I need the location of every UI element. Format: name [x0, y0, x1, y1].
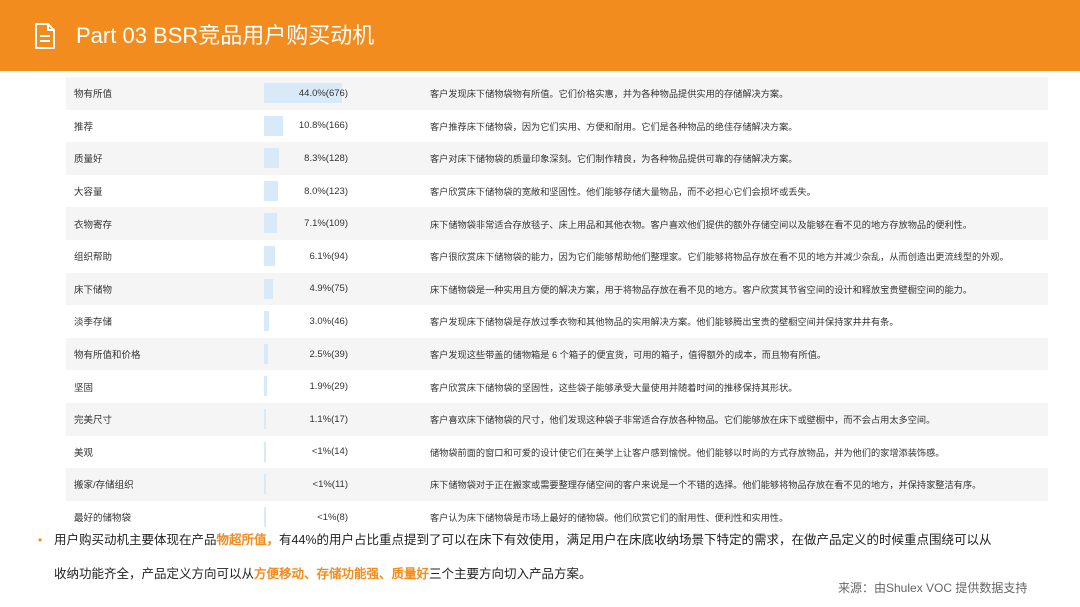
- motivation-name: 完美尺寸: [74, 415, 113, 427]
- percentage-bar: [264, 115, 284, 136]
- table-row: 搬家/存储组织 <1%(11) 床下储物袋对于正在搬家或需要整理存储空间的客户来说是…: [66, 468, 1048, 501]
- table-row: 坚固 1.9%(29) 客户欣赏床下储物袋的坚固性，这些袋子能够承受大量使用并随着时…: [66, 370, 1048, 403]
- motivation-name: 淡季存储: [74, 317, 113, 329]
- motivation-description: 客户欣赏床下储物袋的宽敞和坚固性。他们能够存储大量物品，而不必担心它们会损坏或丢…: [430, 187, 816, 198]
- motivation-table: 物有所值 44.0%(676) 客户发现床下储物袋物有所值。它们价格实惠，并为各种物…: [66, 77, 1048, 533]
- percentage-bar: [264, 408, 266, 429]
- percentage-bar: [264, 311, 270, 332]
- percentage-value: 10.8%(166): [298, 120, 348, 132]
- source-note: 来源：由Shulex VOC 提供数据支持: [838, 581, 1028, 595]
- percentage-value: 3.0%(46): [309, 315, 348, 327]
- motivation-name: 坚固: [74, 382, 94, 394]
- motivation-description: 客户推荐床下储物袋，因为它们实用、方便和耐用。它们是各种物品的绝佳存储解决方案。: [430, 121, 798, 132]
- percentage-value: 4.9%(75): [309, 283, 348, 295]
- motivation-name: 衣物寄存: [74, 219, 113, 231]
- percentage-bar: [264, 376, 268, 397]
- percentage-value: <1%(11): [312, 478, 348, 490]
- percentage-bar: [264, 441, 266, 462]
- percentage-value: 6.1%(94): [309, 250, 348, 262]
- table-row: 推荐 10.8%(166) 客户推荐床下储物袋，因为它们实用、方便和耐用。它们是各种…: [66, 110, 1048, 143]
- motivation-description: 床下储物袋是一种实用且方便的解决方案，用于将物品存放在看不见的地方。客户欣赏其节…: [430, 284, 973, 295]
- table-row: 衣物寄存 7.1%(109) 床下储物袋非常适合存放毯子、床上用品和其他衣物。客户喜…: [66, 207, 1048, 240]
- bullet-icon: •: [38, 533, 43, 547]
- motivation-description: 客户对床下储物袋的质量印象深刻。它们制作精良，为各种物品提供可靠的存储解决方案。: [430, 154, 798, 165]
- table-row: 床下储物 4.9%(75) 床下储物袋是一种实用且方便的解决方案，用于将物品存放在看…: [66, 272, 1048, 306]
- motivation-description: 床下储物袋非常适合存放毯子、床上用品和其他衣物。客户喜欢他们提供的额外存储空间以…: [430, 219, 973, 230]
- motivation-name: 美观: [74, 447, 94, 459]
- motivation-name: 床下储物: [74, 284, 113, 296]
- percentage-bar: [264, 506, 266, 527]
- table-row: 质量好 8.3%(128) 客户对床下储物袋的质量印象深刻。它们制作精良，为各种物品…: [66, 142, 1048, 175]
- motivation-name: 最好的储物袋: [74, 513, 132, 525]
- motivation-name: 搬家/存储组织: [74, 480, 134, 492]
- header-bar: Part 03 BSR竞品用户购买动机: [0, 0, 1080, 71]
- motivation-description: 客户喜欢床下储物袋的尺寸，他们发现这种袋子非常适合存放各种物品。它们能够放在床下…: [430, 415, 936, 426]
- motivation-name: 物有所值和价格: [74, 350, 141, 362]
- motivation-description: 客户很欣赏床下储物袋的能力，因为它们能够帮助他们整理家。它们能够将物品存放在看不…: [430, 252, 1009, 263]
- motivation-description: 客户认为床下储物袋是市场上最好的储物袋。他们欣赏它们的耐用性、便利性和实用性。: [430, 513, 789, 524]
- motivation-description: 储物袋前面的窗口和可爱的设计使它们在美学上让客户感到愉悦。他们能够以时尚的方式存…: [430, 447, 945, 458]
- table-row: 大容量 8.0%(123) 客户欣赏床下储物袋的宽敞和坚固性。他们能够存储大量物品，…: [66, 175, 1048, 208]
- page-title: Part 03 BSR竞品用户购买动机: [76, 23, 375, 48]
- table-row: 淡季存储 3.0%(46) 客户发现床下储物袋是存放过季衣物和其他物品的实用解决方案…: [66, 305, 1048, 338]
- percentage-value: 8.0%(123): [304, 185, 348, 197]
- table-row: 组织帮助 6.1%(94) 客户很欣赏床下储物袋的能力，因为它们能够帮助他们整理家。…: [66, 240, 1048, 273]
- motivation-description: 客户发现床下储物袋物有所值。它们价格实惠，并为各种物品提供实用的存储解决方案。: [430, 89, 789, 100]
- document-icon: [35, 23, 55, 49]
- percentage-value: 1.9%(29): [309, 381, 348, 393]
- motivation-name: 组织帮助: [74, 252, 113, 264]
- percentage-value: 1.1%(17): [309, 413, 348, 425]
- percentage-bar: [264, 180, 279, 201]
- percentage-value: 7.1%(109): [304, 218, 348, 230]
- percentage-bar: [264, 245, 275, 266]
- motivation-description: 客户发现床下储物袋是存放过季衣物和其他物品的实用解决方案。他们能够腾出宝贵的壁橱…: [430, 317, 899, 328]
- motivation-name: 物有所值: [74, 89, 113, 101]
- percentage-bar: [264, 148, 279, 169]
- percentage-value: 2.5%(39): [309, 348, 348, 360]
- table-row: 最好的储物袋 <1%(8) 客户认为床下储物袋是市场上最好的储物袋。他们欣赏它们的耐…: [66, 501, 1048, 534]
- percentage-value: 8.3%(128): [304, 152, 348, 164]
- motivation-description: 客户欣赏床下储物袋的坚固性，这些袋子能够承受大量使用并随着时间的推移保持其形状。: [430, 382, 798, 393]
- motivation-name: 质量好: [74, 154, 103, 166]
- motivation-name: 大容量: [74, 187, 103, 199]
- summary-line-1: 用户购买动机主要体现在产品物超所值，有44%的用户占比重点提到了可以在床下有效使…: [54, 533, 992, 547]
- percentage-bar: [264, 343, 269, 364]
- table-row: 美观 <1%(14) 储物袋前面的窗口和可爱的设计使它们在美学上让客户感到愉悦。他们…: [66, 436, 1048, 469]
- percentage-value: <1%(14): [311, 446, 348, 458]
- percentage-value: 44.0%(676): [298, 87, 348, 99]
- percentage-bar: [264, 474, 266, 495]
- table-row: 物有所值和价格 2.5%(39) 客户发现这些带盖的储物箱是 6 个箱子的便宜货，可…: [66, 337, 1048, 371]
- motivation-name: 推荐: [74, 121, 94, 133]
- highlight-value: 物超所值，: [216, 533, 280, 547]
- motivation-description: 客户发现这些带盖的储物箱是 6 个箱子的便宜货，可用的箱子，值得额外的成本，而且…: [430, 350, 827, 361]
- motivation-description: 床下储物袋对于正在搬家或需要整理存储空间的客户来说是一个不错的选择。他们能够将物…: [430, 480, 982, 491]
- highlight-directions: 方便移动、存储功能强、质量好: [254, 567, 430, 581]
- percentage-bar: [264, 278, 273, 299]
- percentage-bar: [264, 213, 277, 234]
- table-row: 完美尺寸 1.1%(17) 客户喜欢床下储物袋的尺寸，他们发现这种袋子非常适合存放各…: [66, 402, 1048, 436]
- summary-line-2: 收纳功能齐全，产品定义方向可以从方便移动、存储功能强、质量好三个主要方向切入产品…: [54, 567, 592, 581]
- percentage-value: <1%(8): [317, 511, 348, 523]
- table-row: 物有所值 44.0%(676) 客户发现床下储物袋物有所值。它们价格实惠，并为各种物…: [66, 77, 1048, 110]
